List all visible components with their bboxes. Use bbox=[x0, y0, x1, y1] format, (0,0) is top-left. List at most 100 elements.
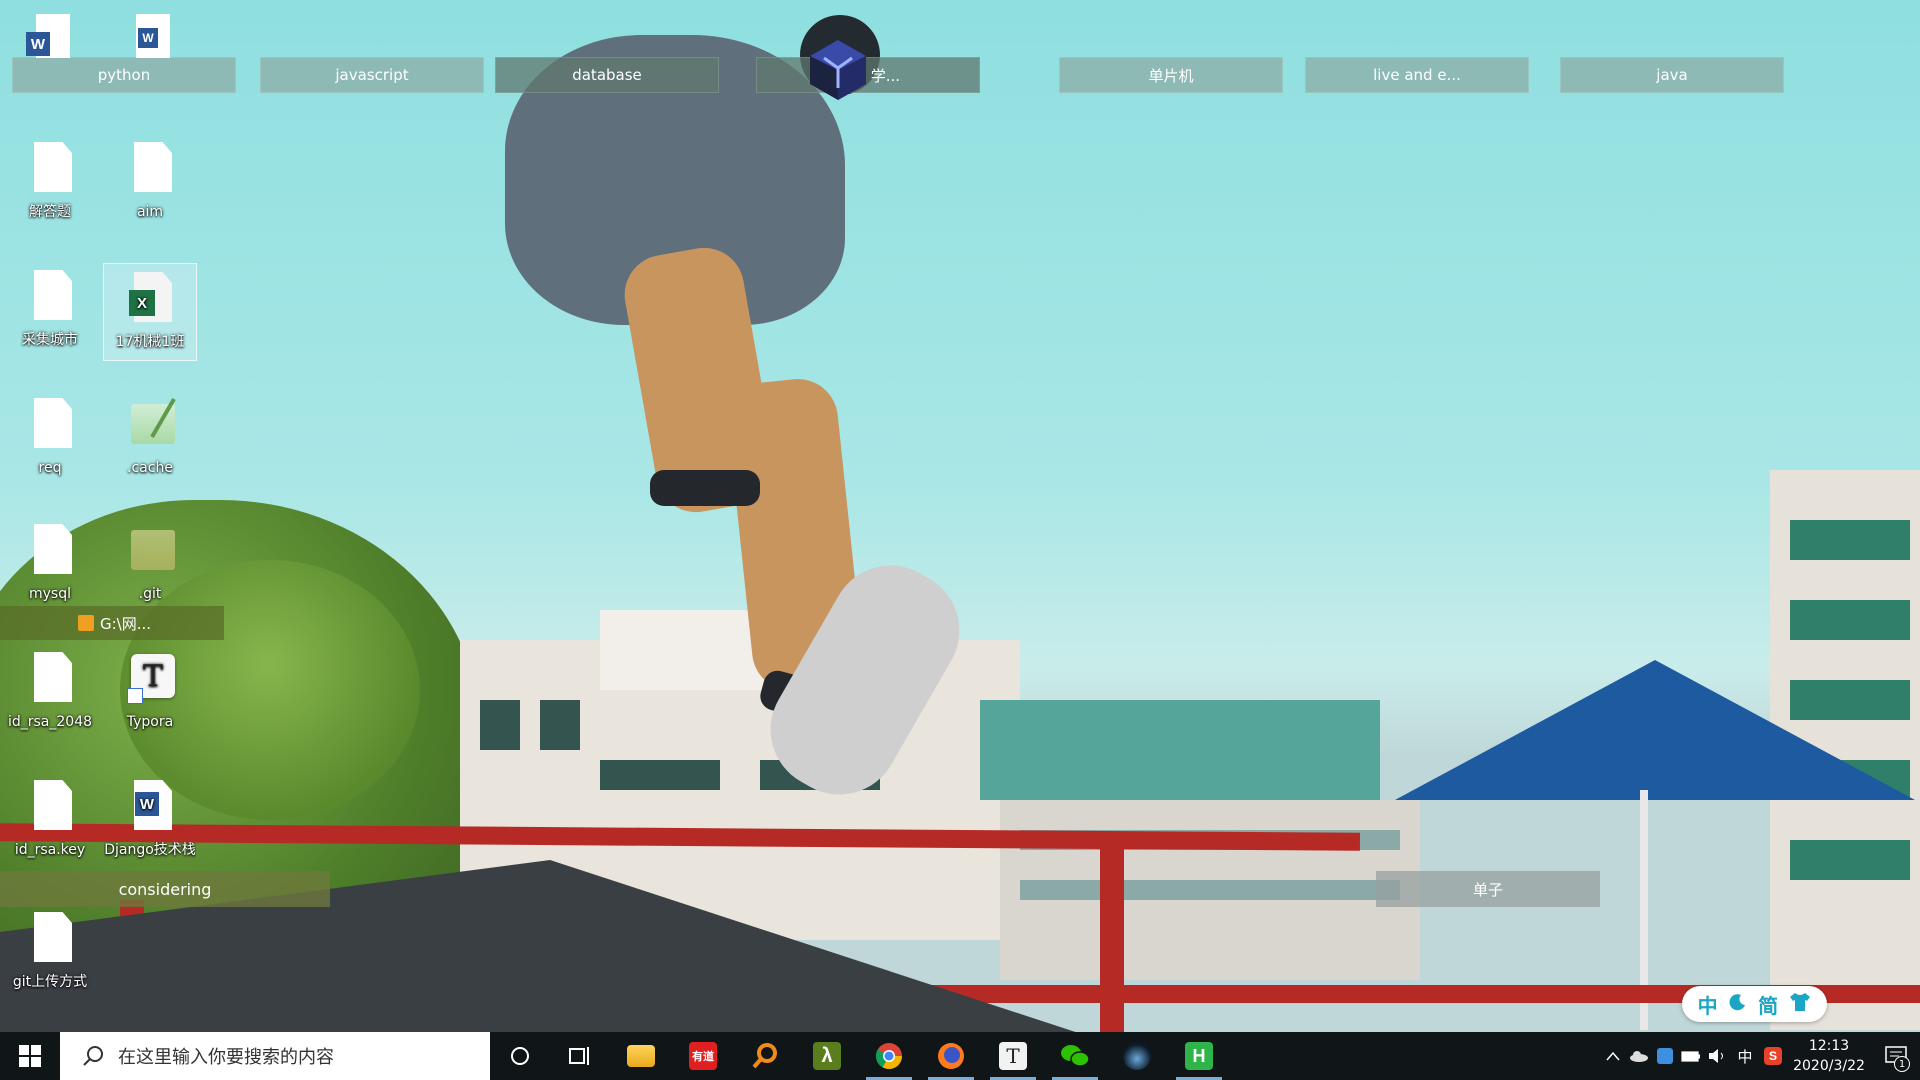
shirt-icon[interactable] bbox=[1789, 992, 1811, 1017]
taskbar-file-explorer[interactable] bbox=[610, 1032, 672, 1080]
notepad-icon bbox=[125, 396, 176, 454]
cortana-button[interactable] bbox=[490, 1032, 550, 1080]
word-doc-icon[interactable]: W bbox=[24, 12, 74, 62]
blank-file-icon bbox=[25, 650, 75, 708]
taskbar-typora[interactable]: T bbox=[982, 1032, 1044, 1080]
ime-indicator[interactable]: 中 bbox=[1730, 1032, 1760, 1080]
shortcut-arrow-icon bbox=[127, 688, 143, 704]
battery-icon[interactable] bbox=[1678, 1032, 1704, 1080]
fence-danzi[interactable]: 单子 bbox=[1376, 871, 1600, 907]
taskbar-wechat[interactable] bbox=[1044, 1032, 1106, 1080]
hbuilder-icon: H bbox=[1185, 1042, 1213, 1070]
blank-file-icon bbox=[25, 140, 75, 198]
windows-logo-icon bbox=[19, 1045, 41, 1067]
taskbar-dark-app[interactable] bbox=[1106, 1032, 1168, 1080]
taskbar: 在这里输入你要搜索的内容 有道 λ T H 中 S 12:13 2020/3/2… bbox=[0, 1032, 1920, 1080]
blank-file-icon bbox=[25, 778, 75, 836]
file-icon-req[interactable]: req bbox=[4, 390, 96, 486]
moon-icon[interactable] bbox=[1729, 992, 1747, 1016]
cortana-circle-icon bbox=[511, 1047, 529, 1065]
icon-label: mysql bbox=[29, 586, 71, 602]
firefox-icon bbox=[938, 1043, 964, 1069]
icon-label: 17机械1班 bbox=[115, 334, 185, 350]
clock-time: 12:13 bbox=[1808, 1038, 1850, 1054]
chrome-icon bbox=[875, 1043, 903, 1070]
action-center-button[interactable]: 1 bbox=[1872, 1032, 1920, 1080]
file-icon-id-rsa-key[interactable]: id_rsa.key bbox=[4, 772, 96, 868]
blank-file-icon bbox=[125, 140, 175, 198]
wechat-icon bbox=[1061, 1045, 1090, 1067]
bluetooth-app-icon[interactable] bbox=[1652, 1032, 1678, 1080]
system-tray: 中 S 12:13 2020/3/22 1 bbox=[1600, 1032, 1920, 1080]
typora-icon: T bbox=[999, 1042, 1027, 1070]
taskbar-search-tool[interactable] bbox=[734, 1032, 796, 1080]
icon-label: git上传方式 bbox=[12, 974, 88, 990]
onedrive-cloud-icon[interactable] bbox=[1626, 1032, 1652, 1080]
taskbar-youdao[interactable]: 有道 bbox=[672, 1032, 734, 1080]
magnifier-orange-icon bbox=[752, 1043, 777, 1069]
planet-icon bbox=[1123, 1042, 1151, 1070]
fence-study-label: 学... bbox=[870, 66, 900, 85]
ime-simplified-mode[interactable]: 简 bbox=[1758, 990, 1778, 1019]
fence-live[interactable]: live and e... bbox=[1305, 57, 1529, 93]
taskbar-hbuilder[interactable]: H bbox=[1168, 1032, 1230, 1080]
folder-icon bbox=[627, 1045, 655, 1067]
icon-label: Typora bbox=[126, 714, 174, 730]
search-placeholder: 在这里输入你要搜索的内容 bbox=[118, 1047, 334, 1068]
file-icon-jiedati[interactable]: 解答题 bbox=[4, 134, 96, 230]
file-icon-git-upload[interactable]: git上传方式 bbox=[4, 904, 96, 1000]
folder-icon-cache[interactable]: .cache bbox=[104, 390, 196, 486]
file-icon-id-rsa-2048[interactable]: id_rsa_2048 bbox=[4, 644, 96, 740]
ime-chinese-mode[interactable]: 中 bbox=[1698, 990, 1718, 1019]
excel-icon: X bbox=[125, 270, 175, 328]
fence-considering[interactable]: considering bbox=[0, 871, 330, 907]
fence-mcu[interactable]: 单片机 bbox=[1059, 57, 1283, 93]
icon-label: req bbox=[38, 460, 62, 476]
taskbar-firefox[interactable] bbox=[920, 1032, 982, 1080]
blank-file-icon bbox=[25, 910, 75, 968]
blank-file-icon bbox=[25, 396, 75, 454]
icon-label: id_rsa_2048 bbox=[7, 714, 93, 730]
fence-database[interactable]: database bbox=[495, 57, 719, 93]
icon-label: .git bbox=[138, 586, 162, 602]
sogou-ime-icon[interactable]: S bbox=[1760, 1032, 1786, 1080]
excel-icon-17jixie[interactable]: X 17机械1班 bbox=[103, 263, 197, 361]
task-view-button[interactable] bbox=[550, 1032, 610, 1080]
word-icon-django[interactable]: W Django技术栈 bbox=[104, 772, 196, 868]
blank-file-icon bbox=[25, 268, 75, 326]
start-button[interactable] bbox=[0, 1032, 60, 1080]
typora-icon: T bbox=[125, 650, 175, 708]
cube-app-icon[interactable] bbox=[806, 38, 870, 102]
clock-date: 2020/3/22 bbox=[1793, 1058, 1865, 1074]
folder-icon-git[interactable]: .git bbox=[104, 516, 196, 612]
show-hidden-icons-chevron-up-icon[interactable] bbox=[1600, 1032, 1626, 1080]
icon-label: aim bbox=[136, 204, 164, 220]
taskbar-clock[interactable]: 12:13 2020/3/22 bbox=[1786, 1036, 1872, 1076]
fence-shortcut[interactable]: G:\网... bbox=[0, 606, 224, 640]
icon-label: 采集城市 bbox=[22, 332, 78, 348]
file-icon-caiji[interactable]: 采集城市 bbox=[4, 262, 96, 358]
fence-shortcut-label: G:\网... bbox=[100, 614, 152, 633]
youdao-icon: 有道 bbox=[689, 1042, 717, 1070]
volume-speaker-icon[interactable] bbox=[1704, 1032, 1730, 1080]
notification-count-badge: 1 bbox=[1894, 1056, 1910, 1072]
fence-javascript[interactable]: javascript bbox=[260, 57, 484, 93]
task-view-icon bbox=[569, 1047, 589, 1065]
taskbar-search-box[interactable]: 在这里输入你要搜索的内容 bbox=[60, 1032, 490, 1080]
shortcut-icon-typora[interactable]: T Typora bbox=[104, 644, 196, 740]
taskbar-lambda-app[interactable]: λ bbox=[796, 1032, 858, 1080]
file-icon-aim[interactable]: aim bbox=[104, 134, 196, 230]
shortcut-folder-icon bbox=[78, 615, 94, 631]
fence-python[interactable]: python bbox=[12, 57, 236, 93]
taskbar-chrome[interactable] bbox=[858, 1032, 920, 1080]
word-doc-icon-2[interactable]: W bbox=[128, 12, 178, 62]
file-icon-mysql[interactable]: mysql bbox=[4, 516, 96, 612]
folder-icon bbox=[125, 522, 175, 580]
blank-file-icon bbox=[25, 522, 75, 580]
icon-label: id_rsa.key bbox=[14, 842, 86, 858]
lambda-icon: λ bbox=[813, 1042, 841, 1070]
search-icon bbox=[83, 1046, 103, 1066]
word-doc-icon: W bbox=[125, 778, 175, 836]
fence-java[interactable]: java bbox=[1560, 57, 1784, 93]
ime-floating-widget[interactable]: 中 简 bbox=[1682, 986, 1827, 1022]
